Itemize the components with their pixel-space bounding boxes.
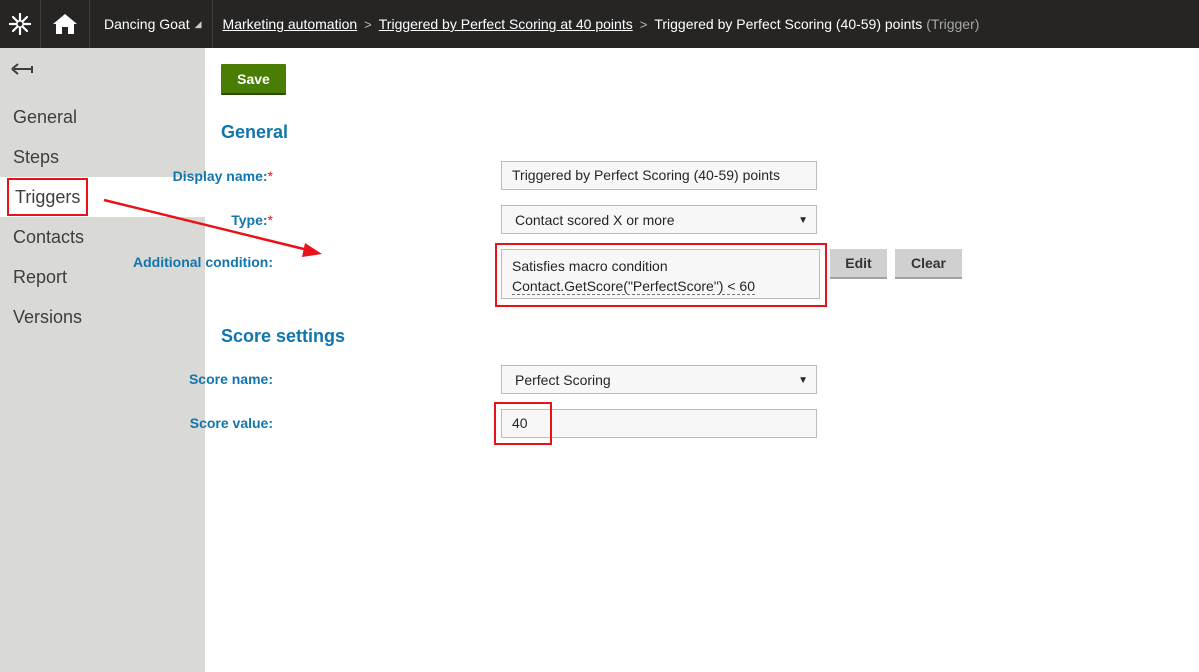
required-marker: * xyxy=(267,212,273,228)
sidebar-item-label: General xyxy=(13,107,78,127)
caret-down-icon: ◢ xyxy=(194,18,202,29)
breadcrumb-type: (Trigger) xyxy=(926,16,980,32)
breadcrumb-link-marketing-automation[interactable]: Marketing automation xyxy=(223,16,358,32)
sidebar-item-label: Versions xyxy=(13,307,83,327)
dropdown-arrow-icon: ▼ xyxy=(798,215,808,226)
section-title-score-settings: Score settings xyxy=(221,326,346,346)
site-selector[interactable]: Dancing Goat ◢ xyxy=(89,0,213,48)
section-title-general: General xyxy=(221,122,289,142)
additional-condition-label: Additional condition: xyxy=(133,254,273,270)
sidebar-item-contacts[interactable]: Contacts xyxy=(0,217,205,257)
breadcrumb: Marketing automation > Triggered by Perf… xyxy=(213,16,980,32)
sidebar-item-label: Triggers xyxy=(7,178,89,216)
type-label: Type:* xyxy=(231,212,273,228)
score-value-input[interactable] xyxy=(501,409,817,438)
type-label-text: Type: xyxy=(231,212,268,228)
sidebar-item-label: Report xyxy=(13,267,68,287)
display-name-input[interactable] xyxy=(501,161,817,190)
type-select[interactable]: Contact scored X or more ▼ xyxy=(501,205,817,234)
back-arrow-icon[interactable] xyxy=(10,62,34,78)
chevron-right-icon: > xyxy=(639,16,648,32)
additional-condition-box[interactable]: Satisfies macro condition Contact.GetSco… xyxy=(501,249,820,299)
chevron-right-icon: > xyxy=(364,16,372,32)
score-name-select[interactable]: Perfect Scoring ▼ xyxy=(501,365,817,394)
kentico-logo-icon[interactable] xyxy=(0,0,40,48)
main-content: Save General Display name:* Type:* Conta… xyxy=(133,48,1199,672)
score-value-label: Score value: xyxy=(189,415,273,431)
dropdown-arrow-icon: ▼ xyxy=(798,375,808,386)
home-icon[interactable] xyxy=(40,0,89,48)
type-select-value: Contact scored X or more xyxy=(515,212,675,228)
edit-condition-button[interactable]: Edit xyxy=(830,249,887,279)
top-bar: Dancing Goat ◢ Marketing automation > Tr… xyxy=(0,0,1199,48)
sidebar-nav: General Steps Triggers Contacts Report V… xyxy=(0,97,205,337)
breadcrumb-link-process[interactable]: Triggered by Perfect Scoring at 40 point… xyxy=(379,16,633,32)
score-name-select-value: Perfect Scoring xyxy=(515,372,611,388)
condition-macro: Contact.GetScore("PerfectScore") < 60 xyxy=(512,278,755,295)
breadcrumb-current: Triggered by Perfect Scoring (40-59) poi… xyxy=(654,16,923,32)
sidebar-item-label: Contacts xyxy=(13,227,85,247)
sidebar-item-versions[interactable]: Versions xyxy=(0,297,205,337)
score-name-label: Score name: xyxy=(188,371,273,387)
required-marker: * xyxy=(267,168,273,184)
sidebar: General Steps Triggers Contacts Report V… xyxy=(0,48,205,672)
display-name-label: Display name:* xyxy=(173,168,273,184)
clear-condition-button[interactable]: Clear xyxy=(895,249,962,279)
site-name: Dancing Goat xyxy=(104,16,190,32)
save-button[interactable]: Save xyxy=(221,64,286,95)
sidebar-item-label: Steps xyxy=(13,147,60,167)
sidebar-item-general[interactable]: General xyxy=(0,97,205,137)
condition-description: Satisfies macro condition xyxy=(512,258,668,274)
display-name-label-text: Display name: xyxy=(172,168,268,184)
